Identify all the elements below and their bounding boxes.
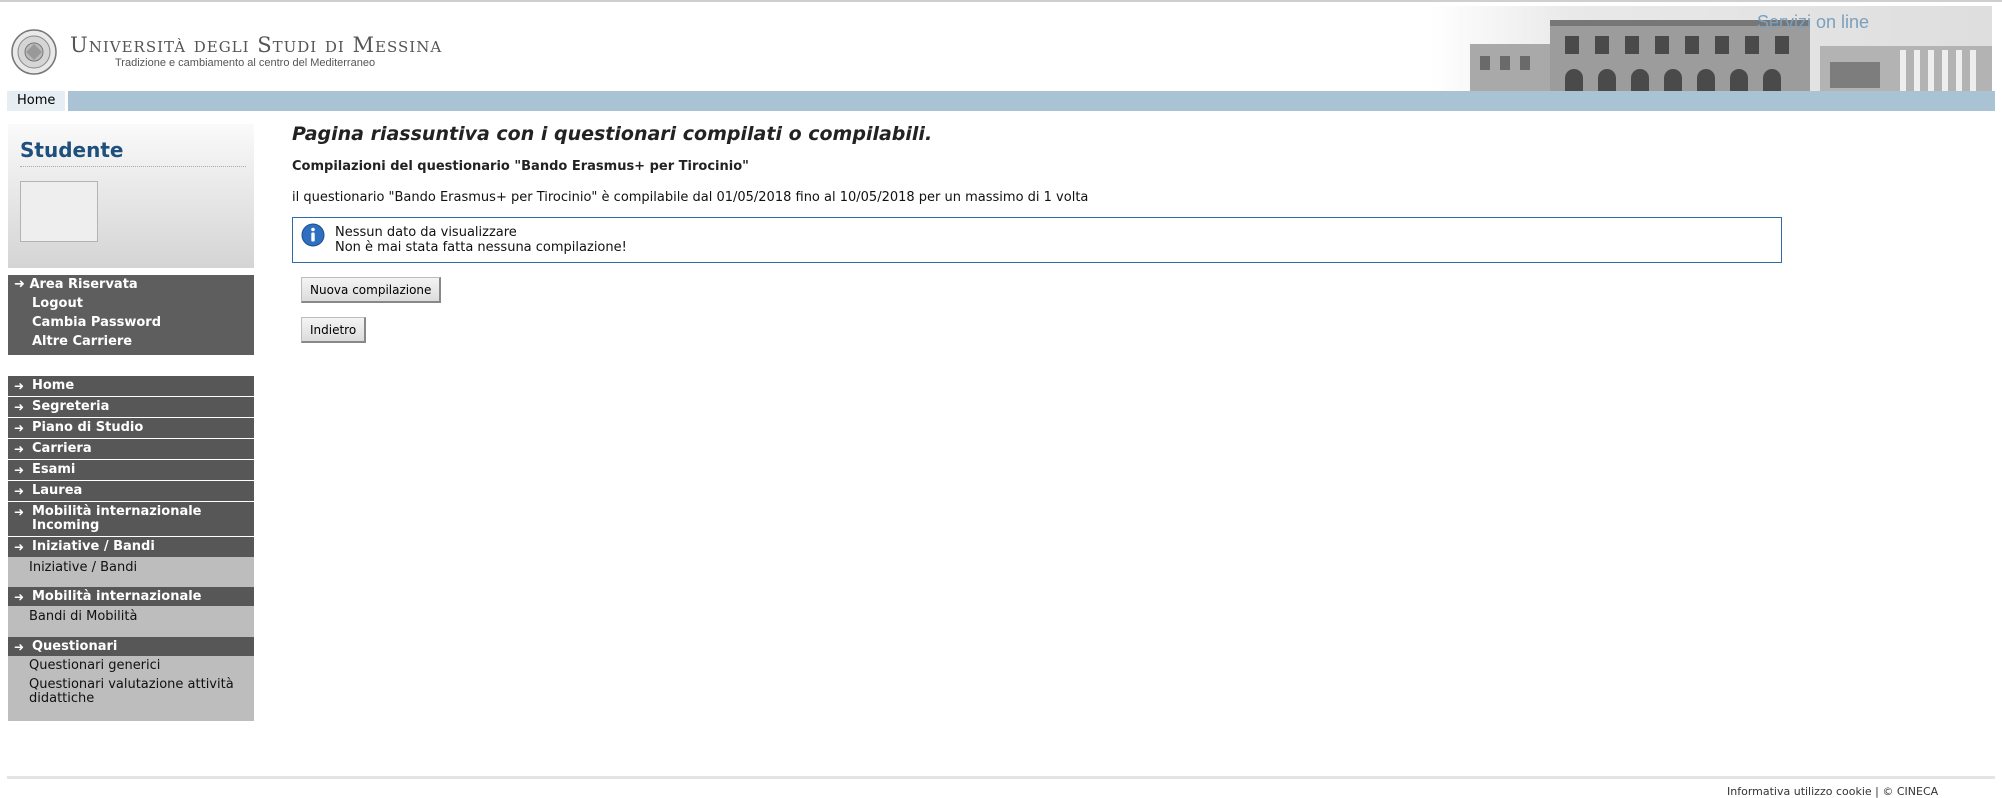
university-building-banner	[1430, 6, 1992, 94]
arrow-right-icon: ➜	[14, 463, 25, 477]
cineca-copyright-link[interactable]: © CINECA	[1882, 785, 1938, 798]
footer-divider	[7, 776, 1995, 779]
menu-item-piano-di-studio[interactable]: ➜ Piano di Studio	[8, 418, 254, 438]
logout-link[interactable]: Logout	[32, 296, 83, 311]
arrow-right-icon: ➜	[14, 277, 25, 292]
menu-item-segreteria[interactable]: ➜ Segreteria	[8, 397, 254, 417]
university-seal-logo[interactable]	[11, 29, 57, 75]
submenu-iniziative-bandi[interactable]: Iniziative / Bandi	[8, 557, 254, 587]
nav-home-tab[interactable]: Home	[7, 91, 69, 111]
top-navbar: Home	[7, 91, 1995, 111]
new-compilation-button[interactable]: Nuova compilazione	[301, 277, 442, 303]
menu-item-mobilita-internazionale[interactable]: ➜ Mobilità internazionale	[8, 587, 254, 606]
site-header: Università degli Studi di Messina Tradiz…	[0, 3, 2002, 94]
menu-label: Esami	[32, 462, 76, 477]
reserved-area-title[interactable]: ➜ Area Riservata	[14, 277, 138, 292]
menu-label: Piano di Studio	[32, 420, 144, 435]
menu-item-laurea[interactable]: ➜ Laurea	[8, 481, 254, 501]
submenu-questionari-valutazione[interactable]: Questionari valutazione attività didatti…	[8, 675, 254, 721]
arrow-right-icon: ➜	[14, 379, 25, 393]
student-panel: Studente	[8, 124, 254, 268]
menu-label: Iniziative / Bandi	[32, 539, 155, 554]
menu-item-questionari[interactable]: ➜ Questionari	[8, 637, 254, 656]
arrow-right-icon: ➜	[14, 421, 25, 435]
sidebar: Studente ➜ Area Riservata Logout Cambia …	[8, 124, 254, 721]
questionnaire-subtitle: Compilazioni del questionario "Bando Era…	[292, 159, 749, 174]
reserved-area-label: Area Riservata	[29, 277, 138, 292]
menu-label: Segreteria	[32, 399, 110, 414]
student-title: Studente	[20, 138, 124, 162]
menu-label: Carriera	[32, 441, 92, 456]
arrow-right-icon: ➜	[14, 505, 25, 519]
student-photo	[20, 181, 98, 242]
info-icon	[301, 223, 325, 247]
menu-item-iniziative-bandi[interactable]: ➜ Iniziative / Bandi	[8, 537, 254, 557]
availability-info: il questionario "Bando Erasmus+ per Tiro…	[292, 190, 1089, 205]
menu-label: Mobilità internazionale	[32, 589, 202, 604]
online-services-label: Servizi on line	[1757, 12, 1870, 32]
message-line-1: Nessun dato da visualizzare	[335, 225, 517, 240]
change-password-link[interactable]: Cambia Password	[32, 315, 161, 330]
page-title: Pagina riassuntiva con i questionari com…	[292, 123, 933, 145]
arrow-right-icon: ➜	[14, 590, 25, 604]
top-border	[0, 0, 2002, 2]
submenu-bandi-mobilita[interactable]: Bandi di Mobilità	[8, 606, 254, 637]
footer-separator: |	[1875, 785, 1879, 798]
reserved-area-menu: ➜ Area Riservata Logout Cambia Password …	[8, 275, 254, 355]
menu-label: Questionari	[32, 639, 118, 654]
university-tagline: Tradizione e cambiamento al centro del M…	[115, 57, 376, 69]
message-line-2: Non è mai stata fatta nessuna compilazio…	[335, 240, 627, 255]
arrow-right-icon: ➜	[14, 540, 25, 554]
menu-label: Home	[32, 378, 75, 393]
footer: Informativa utilizzo cookie | © CINECA	[1727, 785, 1938, 798]
back-button[interactable]: Indietro	[301, 317, 367, 343]
arrow-right-icon: ➜	[14, 640, 25, 654]
other-careers-link[interactable]: Altre Carriere	[32, 334, 132, 349]
university-name: Università degli Studi di Messina	[70, 33, 443, 57]
info-message-box: Nessun dato da visualizzare Non è mai st…	[292, 217, 1782, 263]
submenu-questionari-generici[interactable]: Questionari generici	[8, 656, 254, 675]
cookie-policy-link[interactable]: Informativa utilizzo cookie	[1727, 785, 1872, 798]
menu-item-esami[interactable]: ➜ Esami	[8, 460, 254, 480]
arrow-right-icon: ➜	[14, 400, 25, 414]
student-divider	[20, 166, 246, 167]
arrow-right-icon: ➜	[14, 484, 25, 498]
menu-item-carriera[interactable]: ➜ Carriera	[8, 439, 254, 459]
menu-item-mobilita-incoming[interactable]: ➜ Mobilità internazionale Incoming	[8, 502, 254, 536]
menu-label: Laurea	[32, 483, 83, 498]
arrow-right-icon: ➜	[14, 442, 25, 456]
menu-label: Mobilità internazionale Incoming	[32, 504, 202, 533]
menu-item-home[interactable]: ➜ Home	[8, 376, 254, 396]
